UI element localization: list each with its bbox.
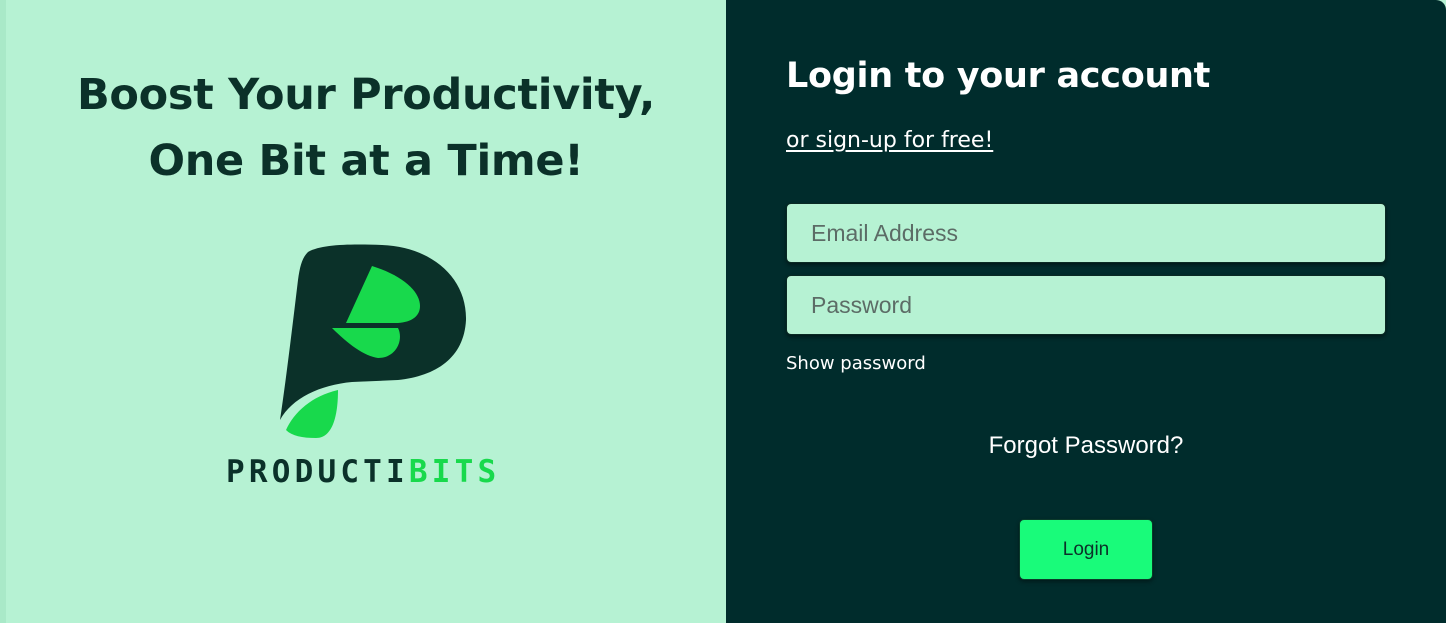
hero-panel: Boost Your Productivity, One Bit at a Ti… — [0, 0, 726, 623]
hero-headline: Boost Your Productivity, One Bit at a Ti… — [0, 62, 732, 194]
hero-headline-line-1: Boost Your Productivity, — [76, 70, 656, 120]
forgot-password-link[interactable]: Forgot Password? — [786, 430, 1386, 462]
login-button[interactable]: Login — [1019, 519, 1153, 580]
email-field[interactable] — [786, 203, 1386, 263]
hero-headline-line-2: One Bit at a Time! — [148, 136, 584, 186]
login-title: Login to your account — [786, 56, 1211, 96]
productibits-logo-icon — [280, 244, 467, 438]
show-password-toggle[interactable]: Show password — [786, 351, 926, 377]
brand-wordmark: PRODUCTIBITS — [226, 452, 516, 492]
wordmark-bits: BITS — [408, 454, 501, 490]
login-panel: Login to your account or sign-up for fre… — [726, 0, 1446, 623]
password-field[interactable] — [786, 275, 1386, 335]
wordmark-producti: PRODUCTI — [226, 454, 409, 490]
signup-link[interactable]: or sign-up for free! — [786, 126, 993, 156]
